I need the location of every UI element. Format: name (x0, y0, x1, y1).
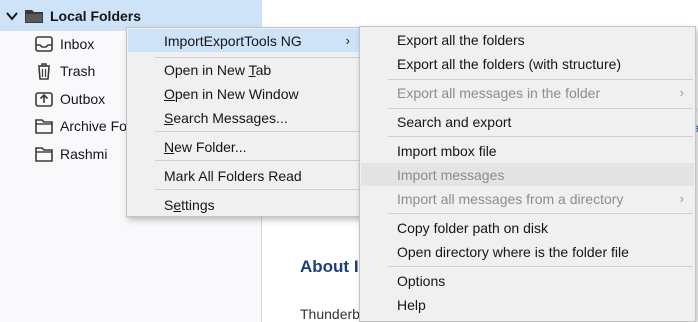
menu-item-search-and-export[interactable]: Search and export (361, 110, 694, 133)
menu-item-new-folder[interactable]: New Folder... (128, 135, 360, 158)
folder-label: Rashmi (60, 145, 108, 162)
mnemonic-letter: T (248, 61, 256, 78)
menu-item-import-from-directory: Import all messages from a directory › (361, 187, 694, 210)
label-text: ttings (181, 196, 215, 213)
menu-item-export-all-folders[interactable]: Export all the folders (361, 28, 694, 51)
menu-item-copy-folder-path[interactable]: Copy folder path on disk (361, 216, 694, 239)
folder-label: Trash (60, 62, 96, 79)
menu-item-importexporttools[interactable]: ImportExportTools NG › (128, 29, 360, 52)
menu-separator (155, 160, 359, 161)
label-text: ew Folder... (174, 138, 247, 155)
label-text: ab (255, 61, 272, 78)
menu-item-label: Settings (164, 197, 215, 213)
menu-separator (388, 266, 693, 267)
menu-item-label: Copy folder path on disk (397, 219, 548, 236)
menu-item-label: Open directory where is the folder file (397, 243, 629, 260)
menu-item-label: Mark All Folders Read (164, 167, 302, 184)
thunderbird-window: Local Folders Inbox Trash Outbox Archive… (0, 0, 698, 322)
outbox-icon (35, 91, 53, 107)
folder-label: Archive Fo (60, 117, 127, 134)
folder-label: Inbox (60, 35, 95, 52)
menu-item-label: Import mbox file (397, 142, 497, 159)
menu-item-import-messages: Import messages (361, 163, 694, 186)
folder-context-menu: ImportExportTools NG › Open in New Tab O… (126, 27, 362, 217)
menu-item-export-all-folders-structure[interactable]: Export all the folders (with structure) (361, 52, 694, 75)
menu-separator (388, 79, 693, 80)
submenu-arrow-icon: › (679, 191, 684, 206)
submenu-arrow-icon: › (345, 33, 350, 48)
folder-icon (35, 118, 53, 134)
menu-item-export-all-messages: Export all messages in the folder › (361, 81, 694, 104)
mnemonic-letter: O (164, 85, 175, 102)
menu-separator (155, 131, 359, 132)
menu-item-label: Import messages (397, 166, 505, 183)
account-label: Local Folders (50, 7, 142, 24)
trash-icon (38, 62, 50, 80)
menu-item-label: Options (397, 272, 446, 289)
menu-item-label: Search and export (397, 113, 512, 130)
menu-item-label: Export all messages in the folder (397, 84, 601, 101)
menu-item-label: Help (397, 296, 426, 313)
menu-item-search-messages[interactable]: Search Messages... (128, 106, 360, 129)
menu-item-mark-all-read[interactable]: Mark All Folders Read (128, 164, 360, 187)
menu-item-label: Export all the folders (397, 31, 525, 48)
menu-item-open-directory[interactable]: Open directory where is the folder file (361, 240, 694, 263)
menu-separator (388, 108, 693, 109)
folder-icon (35, 146, 53, 162)
folder-label: Outbox (60, 90, 106, 107)
menu-item-label: ImportExportTools NG (164, 32, 302, 49)
mnemonic-letter: N (164, 138, 175, 155)
folder-icon (25, 9, 43, 23)
menu-separator (388, 213, 693, 214)
label-text: earch Messages... (173, 109, 288, 126)
label-text: S (164, 196, 174, 213)
importexporttools-submenu: Export all the folders Export all the fo… (359, 26, 696, 322)
menu-item-label: Export all the folders (with structure) (397, 55, 622, 72)
menu-item-import-mbox[interactable]: Import mbox file (361, 139, 694, 162)
mnemonic-letter: e (173, 196, 182, 213)
mnemonic-letter: S (164, 109, 174, 126)
menu-item-settings[interactable]: Settings (128, 193, 360, 216)
menu-item-label: Search Messages... (164, 110, 288, 126)
label-text: pen in New Window (174, 85, 299, 102)
menu-item-open-in-new-tab[interactable]: Open in New Tab (128, 58, 360, 81)
inbox-icon (35, 35, 53, 52)
chevron-down-icon[interactable] (5, 9, 19, 23)
menu-item-open-in-new-window[interactable]: Open in New Window (128, 82, 360, 105)
menu-item-label: Open in New Tab (164, 62, 271, 78)
menu-item-label: New Folder... (164, 139, 247, 155)
label-text: Open in New (164, 61, 249, 78)
menu-item-help[interactable]: Help (361, 293, 694, 316)
menu-separator (388, 136, 693, 137)
about-heading: About I (300, 257, 359, 276)
submenu-arrow-icon: › (679, 85, 684, 100)
menu-separator (155, 189, 359, 190)
menu-item-label: Import all messages from a directory (397, 190, 624, 207)
menu-item-label: Open in New Window (164, 86, 299, 102)
menu-item-options[interactable]: Options (361, 269, 694, 292)
